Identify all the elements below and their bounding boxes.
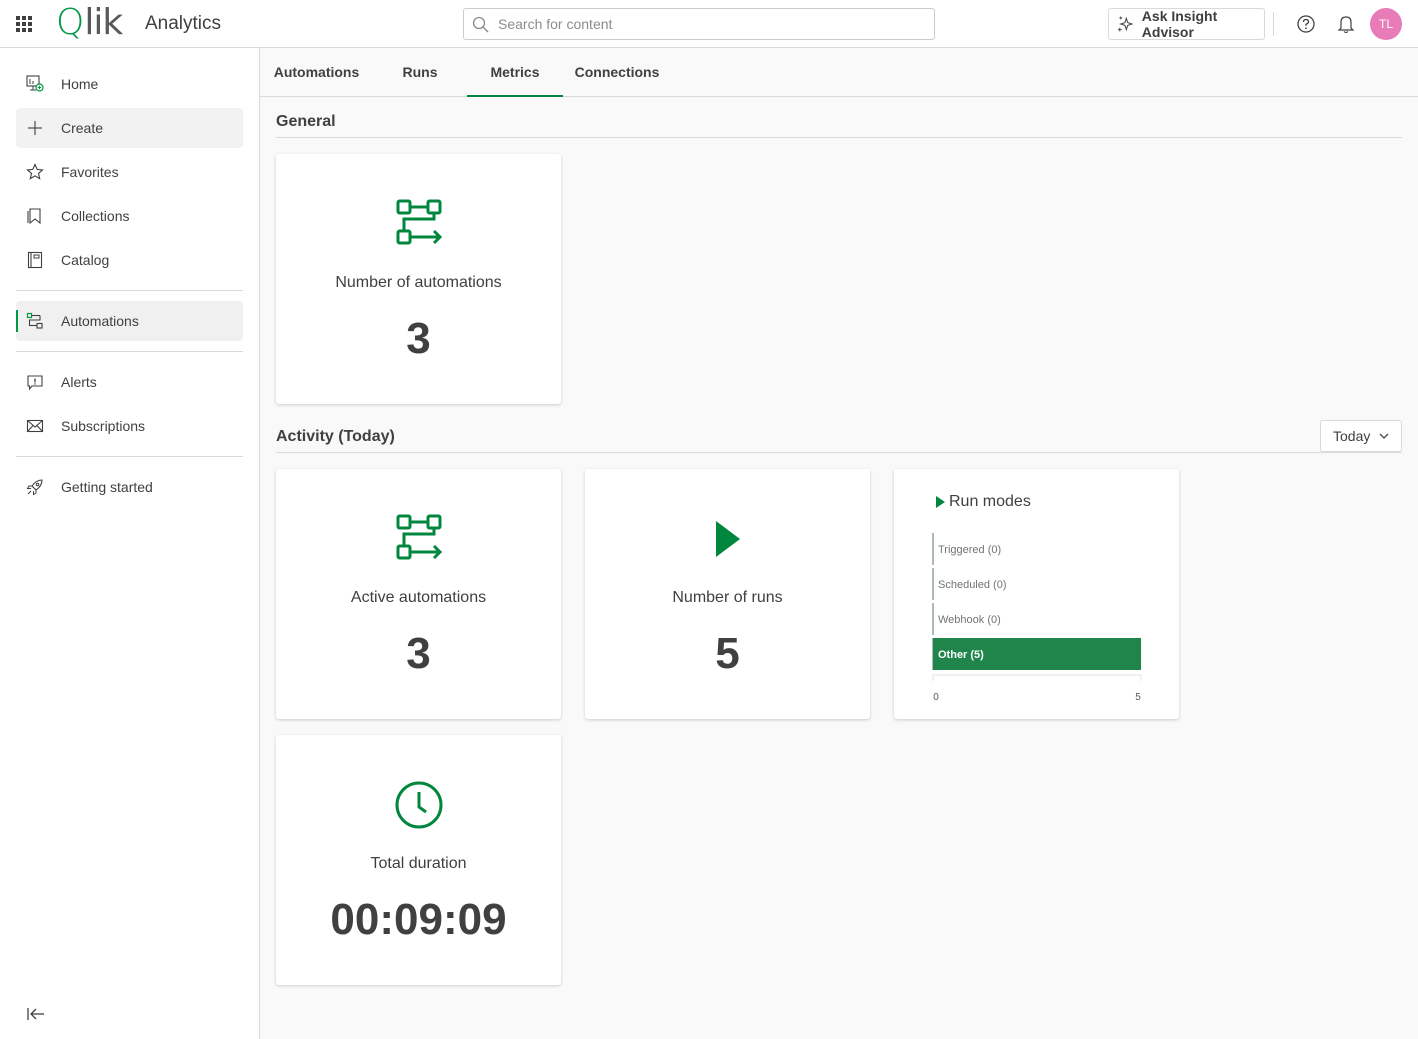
- search-icon: [472, 16, 489, 33]
- notifications-button[interactable]: [1334, 12, 1358, 36]
- clock-icon: [395, 781, 442, 829]
- period-dropdown[interactable]: Today: [1320, 420, 1402, 452]
- help-icon: [1297, 15, 1315, 33]
- bar-label: Webhook (0): [938, 614, 1001, 626]
- logo-q: Q: [56, 2, 85, 43]
- sidebar-divider: [16, 456, 243, 457]
- sidebar-item-subscriptions[interactable]: Subscriptions: [16, 406, 243, 446]
- qlik-logo[interactable]: Q lik: [56, 2, 123, 43]
- sidebar-item-label: Getting started: [61, 479, 153, 495]
- metric-value: 3: [406, 629, 431, 678]
- home-icon: [26, 75, 44, 92]
- metric-label: Number of runs: [672, 589, 783, 606]
- tab-bar: Automations Runs Metrics Connections: [260, 48, 1418, 97]
- ask-insight-advisor-button[interactable]: Ask Insight Advisor: [1108, 8, 1265, 40]
- metric-value: 5: [715, 629, 740, 678]
- x-tick-label: 5: [1135, 692, 1141, 703]
- metric-value: 00:09:09: [330, 895, 507, 944]
- ask-insight-advisor-label: Ask Insight Advisor: [1141, 8, 1218, 40]
- sidebar-item-label: Automations: [61, 313, 139, 329]
- bell-icon: [1337, 16, 1355, 34]
- section-title-general: General: [276, 113, 336, 130]
- sidebar-item-getting-started[interactable]: Getting started: [16, 467, 243, 507]
- metric-label: Total duration: [370, 855, 467, 872]
- sidebar-item-alerts[interactable]: Alerts: [16, 362, 243, 402]
- metric-label: Active automations: [350, 589, 487, 606]
- sidebar-item-catalog[interactable]: Catalog: [16, 240, 243, 280]
- chart-card-run-modes: Run modes Triggered (0) Scheduled (0) Webh…: [894, 469, 1179, 719]
- top-bar: Q lik Analytics Ask Insight Advisor: [0, 0, 1418, 48]
- bookmark-icon: [27, 208, 41, 225]
- sidebar-divider: [16, 290, 243, 291]
- mail-icon: [26, 419, 44, 433]
- tab-connections[interactable]: Connections: [563, 48, 671, 96]
- section-title-activity: Activity (Today): [276, 428, 395, 445]
- sidebar-item-label: Favorites: [61, 164, 119, 180]
- bar-label: Other (5): [938, 649, 984, 661]
- sidebar-item-create[interactable]: Create: [16, 108, 243, 148]
- bar-label: Triggered (0): [938, 544, 1001, 556]
- automation-icon: [396, 199, 442, 245]
- collapse-sidebar-icon[interactable]: [26, 1006, 46, 1022]
- sidebar-item-label: Subscriptions: [61, 418, 146, 434]
- rocket-icon: [26, 479, 43, 496]
- sidebar-item-collections[interactable]: Collections: [16, 196, 243, 236]
- star-icon: [26, 163, 44, 180]
- sidebar-item-label: Home: [61, 76, 99, 92]
- period-dropdown-value: Today: [1333, 428, 1371, 444]
- tab-automations[interactable]: Automations: [260, 48, 373, 96]
- bar-label: Scheduled (0): [938, 579, 1007, 591]
- search-box[interactable]: [463, 8, 935, 40]
- chevron-down-icon: [1379, 433, 1389, 440]
- app-title: Analytics: [145, 13, 222, 34]
- metric-card-number-of-runs: Number of runs 5: [585, 469, 870, 719]
- app-launcher-icon[interactable]: [16, 16, 32, 32]
- user-avatar[interactable]: TL: [1370, 8, 1402, 40]
- tab-metrics[interactable]: Metrics: [467, 48, 563, 97]
- sidebar-item-label: Create: [61, 120, 104, 136]
- sidebar-item-home[interactable]: Home: [16, 64, 243, 104]
- catalog-icon: [27, 251, 43, 269]
- metric-card-total-duration: Total duration 00:09:09: [276, 735, 561, 985]
- sidebar: Home Create Favorites Collections Catalo…: [0, 48, 260, 1039]
- tab-runs[interactable]: Runs: [373, 48, 467, 96]
- sidebar-item-automations[interactable]: Automations: [16, 301, 243, 341]
- sidebar-item-label: Collections: [61, 208, 130, 224]
- x-tick-label: 0: [933, 692, 939, 703]
- sidebar-item-favorites[interactable]: Favorites: [16, 152, 243, 192]
- section-divider: [276, 452, 1402, 453]
- run-modes-chart: Triggered (0) Scheduled (0) Webhook (0) Oth…: [932, 533, 1142, 703]
- section-divider: [276, 137, 1402, 138]
- metric-value: 3: [406, 314, 431, 363]
- metric-label: Number of automations: [335, 274, 502, 291]
- header-divider: [1273, 12, 1274, 36]
- automation-icon: [26, 312, 43, 329]
- sidebar-divider: [16, 351, 243, 352]
- automation-icon: [396, 514, 442, 560]
- sidebar-item-label: Catalog: [61, 252, 110, 268]
- alert-icon: [27, 375, 43, 391]
- metric-card-number-of-automations: Number of automations 3: [276, 154, 561, 404]
- metric-card-active-automations: Active automations 3: [276, 469, 561, 719]
- help-button[interactable]: [1294, 12, 1318, 36]
- play-icon: [715, 521, 740, 557]
- plus-icon: [28, 121, 42, 135]
- sidebar-item-label: Alerts: [61, 374, 97, 390]
- search-input[interactable]: [498, 9, 918, 39]
- logo-text: lik: [84, 2, 123, 43]
- sparkle-icon: [1117, 16, 1134, 32]
